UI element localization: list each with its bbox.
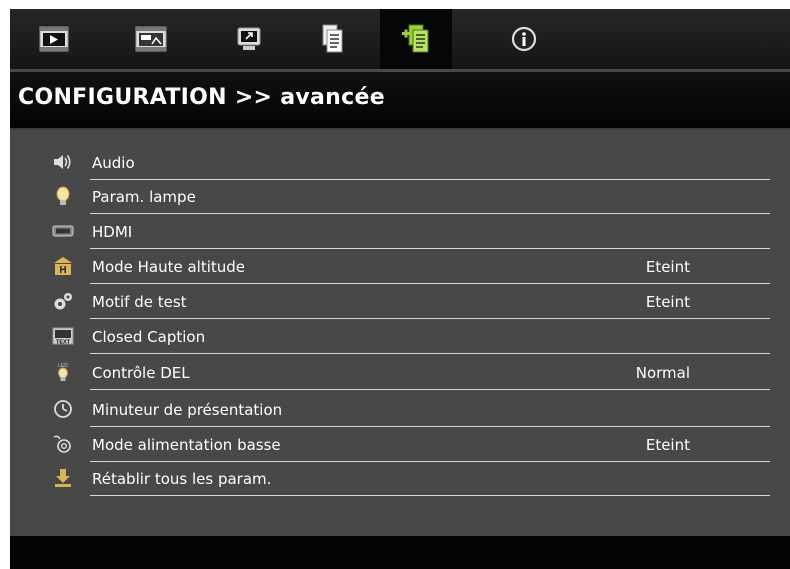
- display-icon: [135, 26, 167, 52]
- info-icon: [511, 26, 537, 52]
- low-power-icon: [52, 434, 74, 454]
- menu-item-audio[interactable]: Audio: [52, 144, 770, 180]
- osd-menu-window: CONFIGURATION >> avancée Audio Param. la…: [10, 9, 790, 569]
- menu-item-closed-caption[interactable]: TEXT Closed Caption: [52, 318, 770, 354]
- menu-item-label: HDMI: [92, 223, 133, 241]
- menu-item-value: Eteint: [645, 293, 690, 311]
- lamp-icon: [52, 186, 74, 206]
- tab-screen[interactable]: [213, 9, 285, 69]
- menu-item-label: Contrôle DEL: [92, 364, 190, 382]
- hdmi-icon: [52, 221, 74, 241]
- menu-panel: Audio Param. lampe HDMI H Mode Haute alt…: [10, 130, 790, 536]
- title-bar: CONFIGURATION >> avancée: [10, 72, 790, 130]
- tab-advanced-setup[interactable]: [380, 9, 452, 69]
- image-icon: [39, 26, 69, 52]
- svg-text:TEXT: TEXT: [56, 340, 71, 346]
- page-title: CONFIGURATION >> avancée: [18, 85, 385, 110]
- menu-item-label: Audio: [92, 154, 135, 172]
- menu-item-label: Rétablir tous les param.: [92, 470, 272, 488]
- advanced-setup-icon: [400, 23, 432, 55]
- menu-item-reset-all[interactable]: Rétablir tous les param.: [52, 460, 770, 496]
- menu-item-lamp-settings[interactable]: Param. lampe: [52, 178, 770, 214]
- menu-item-test-pattern[interactable]: Motif de test Eteint: [52, 283, 770, 319]
- menu-item-label: Closed Caption: [92, 328, 206, 346]
- tab-info[interactable]: [488, 9, 560, 69]
- menu-item-value: Eteint: [645, 258, 690, 276]
- menu-item-value: Normal: [635, 364, 690, 382]
- menu-item-label: Mode alimentation basse: [92, 436, 281, 454]
- tab-display[interactable]: [115, 9, 187, 69]
- screen-icon: [236, 26, 262, 52]
- gears-icon: [52, 291, 74, 311]
- menu-item-value: Eteint: [645, 436, 690, 454]
- menu-item-high-altitude[interactable]: H Mode Haute altitude Eteint: [52, 248, 770, 284]
- menu-item-led-control[interactable]: LED Contrôle DEL Normal: [52, 354, 770, 390]
- menu-item-label: Param. lampe: [92, 188, 196, 206]
- timer-icon: [52, 399, 74, 419]
- setup-icon: [320, 24, 344, 54]
- tab-bar: [10, 9, 790, 69]
- svg-text:H: H: [59, 265, 66, 276]
- status-bar: [10, 536, 790, 569]
- tab-image[interactable]: [18, 9, 90, 69]
- high-altitude-icon: H: [52, 256, 74, 276]
- text-caption-icon: TEXT: [52, 326, 74, 346]
- row-underline: [90, 389, 770, 390]
- menu-item-low-power-mode[interactable]: Mode alimentation basse Eteint: [52, 426, 770, 462]
- led-icon: LED: [52, 362, 74, 382]
- tab-setup[interactable]: [296, 9, 368, 69]
- menu-item-label: Minuteur de présentation: [92, 401, 283, 419]
- menu-item-label: Motif de test: [92, 293, 187, 311]
- speaker-icon: [52, 152, 74, 172]
- row-underline: [90, 495, 770, 496]
- menu-item-label: Mode Haute altitude: [92, 258, 246, 276]
- reset-download-icon: [52, 468, 74, 488]
- menu-item-presentation-timer[interactable]: Minuteur de présentation: [52, 391, 770, 427]
- menu-item-hdmi[interactable]: HDMI: [52, 213, 770, 249]
